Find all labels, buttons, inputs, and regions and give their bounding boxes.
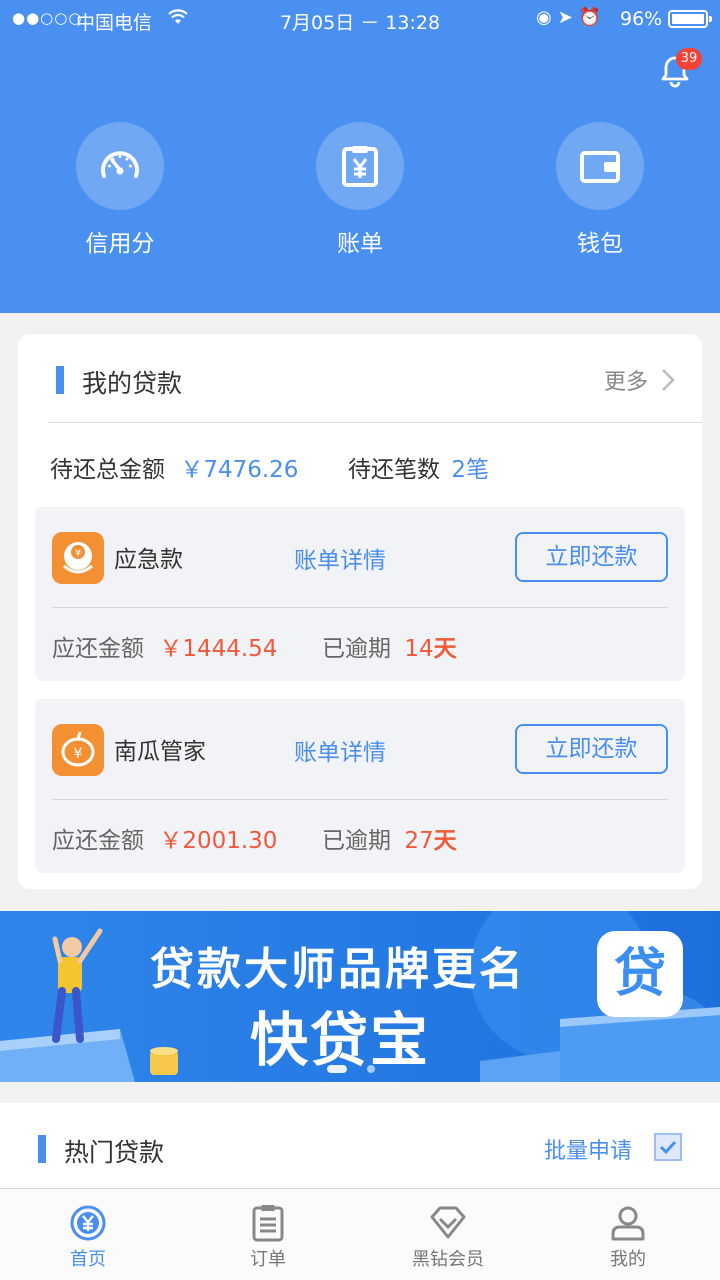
total-due-label: 待还总金额 (50, 457, 165, 483)
tab-black-diamond[interactable]: 黑钻会员 (398, 1203, 498, 1271)
tab-bar: 首页 订单 黑钻会员 我的 (0, 1188, 720, 1280)
tab-home[interactable]: 首页 (38, 1203, 138, 1271)
carousel-dot-active[interactable] (327, 1065, 347, 1073)
tab-label: 订单 (250, 1249, 286, 1270)
batch-apply-link[interactable]: 批量申请 (544, 1133, 632, 1165)
divider (52, 799, 668, 800)
tab-profile[interactable]: 我的 (578, 1203, 678, 1271)
amount-due-value: ￥1444.54 (159, 636, 278, 662)
svg-text:¥: ¥ (75, 548, 81, 559)
chevron-right-icon (661, 368, 675, 398)
overdue-days: 27 (404, 828, 434, 854)
overdue-days: 14 (404, 636, 434, 662)
tab-orders[interactable]: 订单 (218, 1203, 318, 1271)
more-label: 更多 (604, 370, 649, 395)
clipboard-icon (248, 1203, 288, 1243)
section-marker (56, 366, 64, 394)
divider (52, 607, 668, 608)
overdue-unit: 天 (433, 636, 457, 662)
status-time: 7月05日 － 13:28 (279, 12, 441, 34)
diamond-icon (428, 1203, 468, 1243)
section-title: 我的贷款 (82, 369, 183, 398)
loan-count-label: 待还笔数 (348, 457, 440, 483)
notification-badge: 39 (676, 48, 702, 70)
bill-detail-link[interactable]: 账单详情 (294, 733, 386, 767)
quick-action-credit-score[interactable]: 信用分 (75, 122, 165, 258)
status-bar: ●●○○○ 中国电信 7月05日 － 13:28 ◉➤⏰ 96% (0, 0, 720, 38)
alarm-icon: ⏰ (578, 7, 608, 28)
loan-item: ¥ 南瓜管家 账单详情 立即还款 应还金额 ￥2001.30 已逾期 27天 (35, 699, 685, 873)
section-marker (38, 1135, 46, 1163)
speedometer-icon (76, 122, 164, 210)
amount-due-label: 应还金额 (52, 828, 144, 854)
battery-percent: 96% (620, 8, 663, 30)
quick-action-label: 钱包 (577, 231, 623, 257)
overdue-unit: 天 (433, 828, 457, 854)
amount-due-label: 应还金额 (52, 636, 144, 662)
bill-icon (316, 122, 404, 210)
quick-action-bill[interactable]: 账单 (315, 122, 405, 258)
brand-logo-icon: 贷 (597, 931, 683, 1017)
loan-count-value: 2笔 (451, 457, 489, 483)
loan-count-summary: 待还笔数 2笔 (348, 450, 489, 484)
location-icon: ➤ (557, 7, 579, 28)
divider (48, 422, 702, 423)
repay-now-button[interactable]: 立即还款 (515, 532, 668, 582)
tab-label: 我的 (610, 1249, 646, 1270)
quick-action-label: 信用分 (85, 231, 155, 257)
amount-due: 应还金额 ￥2001.30 (52, 821, 277, 855)
quick-action-label: 账单 (337, 231, 383, 257)
more-link[interactable]: 更多 (604, 364, 675, 398)
tab-label: 首页 (70, 1249, 106, 1270)
promo-banner[interactable]: 贷款大师品牌更名 快贷宝 贷 (0, 911, 720, 1082)
amount-due-value: ￥2001.30 (159, 828, 278, 854)
carousel-dot[interactable] (367, 1065, 375, 1073)
loan-name: 应急款 (114, 547, 183, 573)
overdue-status: 已逾期 27天 (322, 821, 457, 855)
my-loans-card: 我的贷款 更多 待还总金额 ￥7476.26 待还笔数 2笔 ¥ 应急款 账单详… (18, 334, 702, 889)
pumpkin-logo-icon: ¥ (52, 724, 104, 776)
quick-action-wallet[interactable]: 钱包 (555, 122, 645, 258)
battery-icon (668, 10, 712, 28)
person-icon (608, 1203, 648, 1243)
bill-detail-link[interactable]: 账单详情 (294, 541, 386, 575)
banner-headline: 贷款大师品牌更名 (150, 944, 526, 995)
loan-name: 南瓜管家 (114, 739, 206, 765)
amount-due: 应还金额 ￥1444.54 (52, 629, 277, 663)
overdue-label: 已逾期 (322, 636, 391, 662)
home-yen-icon (68, 1203, 108, 1243)
overdue-label: 已逾期 (322, 828, 391, 854)
repay-now-button[interactable]: 立即还款 (515, 724, 668, 774)
batch-apply-checkbox[interactable] (654, 1133, 682, 1161)
rotation-lock-icon: ◉ (536, 7, 558, 28)
tab-label: 黑钻会员 (412, 1249, 484, 1270)
section-title: 热门贷款 (64, 1138, 165, 1167)
total-due-summary: 待还总金额 ￥7476.26 (50, 450, 298, 484)
brand-logo-char: 贷 (613, 944, 666, 1004)
wallet-icon (556, 122, 644, 210)
overdue-status: 已逾期 14天 (322, 629, 457, 663)
total-due-value: ￥7476.26 (180, 457, 299, 483)
svg-text:¥: ¥ (74, 746, 83, 762)
loan-item: ¥ 应急款 账单详情 立即还款 应还金额 ￥1444.54 已逾期 14天 (35, 507, 685, 681)
hot-loans-section: 热门贷款 批量申请 (0, 1103, 720, 1189)
emergency-loan-logo-icon: ¥ (52, 532, 104, 584)
checkmark-icon (659, 1140, 677, 1155)
status-icons: ◉➤⏰ (536, 7, 607, 28)
